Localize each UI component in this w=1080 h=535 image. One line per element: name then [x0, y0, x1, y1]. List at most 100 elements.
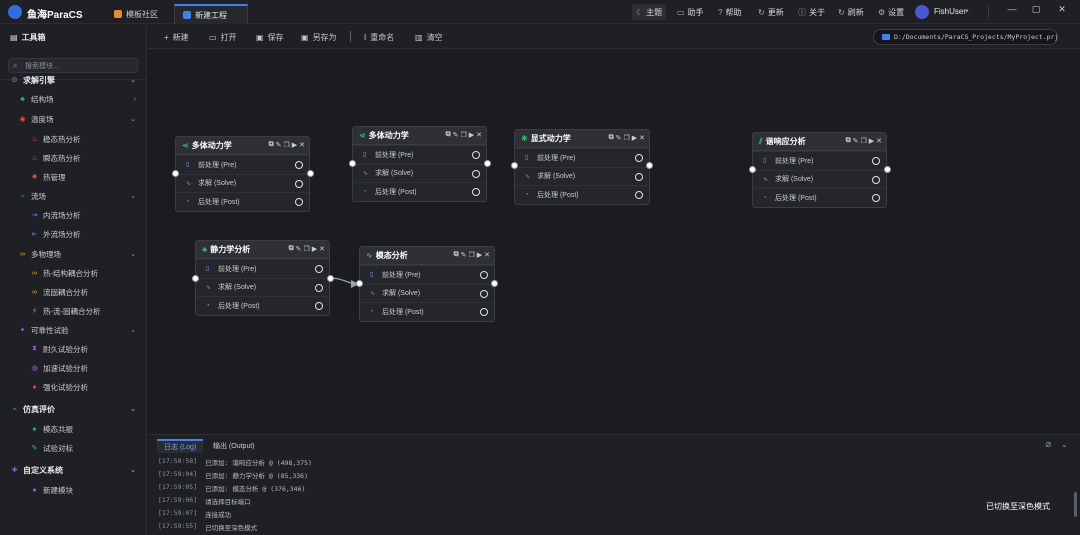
output-port[interactable] — [646, 162, 653, 169]
node-multibody-1[interactable]: ⋖ 多体动力学 ⧉ ✎ ❐ ▶ ✕ ▯ 前处理 (Pre) ∿ 求解 (Solve) ◔ 后处… — [175, 136, 310, 212]
clear-button[interactable]: ▥ 清空 — [415, 31, 443, 43]
port-circle[interactable] — [872, 157, 880, 165]
settings-button[interactable]: ⚙ 设置 — [878, 4, 904, 20]
close-icon[interactable]: ✕ — [476, 131, 482, 139]
node-header[interactable]: ⋖ 多体动力学 ⧉ ✎ ❐ ▶ ✕ — [353, 127, 486, 145]
port-circle[interactable] — [315, 283, 323, 292]
port-row[interactable]: ◔ 后处理 (Post) — [196, 296, 329, 315]
help-button[interactable]: ? 帮助 — [718, 4, 741, 20]
port-row[interactable]: ▯ 前处理 (Pre) — [196, 259, 329, 278]
minimize-icon[interactable]: — — [1003, 4, 1021, 18]
close-icon[interactable]: ✕ — [639, 134, 645, 142]
chevron-down-icon[interactable]: ⌄ — [130, 250, 136, 258]
new-button[interactable]: + 新建 — [164, 31, 189, 43]
edit-icon[interactable]: ✎ — [296, 245, 302, 253]
sidebar-item[interactable]: ⚙ 求解引擎 ⌄ — [0, 72, 146, 88]
port-circle[interactable] — [472, 188, 480, 196]
copy-icon[interactable]: ❐ — [283, 141, 289, 149]
output-port[interactable] — [307, 170, 314, 177]
close-icon[interactable]: ✕ — [299, 141, 305, 149]
input-port[interactable] — [356, 280, 363, 287]
sidebar-item[interactable]: ∞ 多物理场 ⌄ — [0, 246, 146, 262]
chevron-down-icon[interactable]: ⌄ — [1061, 440, 1068, 449]
input-port[interactable] — [349, 160, 356, 167]
sidebar-item[interactable]: ⚡ 热-流-固耦合分析 — [0, 303, 146, 319]
avatar[interactable] — [915, 5, 929, 19]
port-circle[interactable] — [295, 161, 303, 169]
output-port[interactable] — [884, 166, 891, 173]
output-port[interactable] — [327, 275, 334, 282]
sidebar-item[interactable]: ♨ 稳态热分析 — [0, 131, 146, 147]
edit-icon[interactable]: ✎ — [453, 131, 459, 139]
output-port[interactable] — [484, 160, 491, 167]
input-port[interactable] — [192, 275, 199, 282]
copy-icon[interactable]: ❐ — [303, 245, 309, 253]
node-canvas[interactable]: ⋖ 多体动力学 ⧉ ✎ ❐ ▶ ✕ ▯ 前处理 (Pre) ∿ 求解 (Solve) ◔ 后处… — [148, 50, 1080, 434]
port-row[interactable]: ▯ 前处理 (Pre) — [360, 265, 494, 284]
open-button[interactable]: ▭ 打开 — [209, 31, 237, 43]
port-row[interactable]: ◔ 后处理 (Post) — [753, 188, 886, 207]
chevron-right-icon[interactable]: › — [134, 96, 136, 103]
about-button[interactable]: ⓘ 关于 — [798, 4, 825, 20]
log-scrollbar[interactable] — [1074, 492, 1077, 517]
expand-icon[interactable]: ⧉ — [446, 131, 451, 139]
node-header[interactable]: ⋖ 多体动力学 ⧉ ✎ ❐ ▶ ✕ — [176, 137, 309, 155]
sidebar-item[interactable]: ♦ 强化试验分析 — [0, 379, 146, 395]
port-circle[interactable] — [315, 265, 323, 273]
run-icon[interactable]: ▶ — [312, 245, 317, 253]
port-row[interactable]: ◔ 后处理 (Post) — [353, 182, 486, 201]
node-header[interactable]: ⫽ 谐响应分析 ⧉ ✎ ❐ ▶ ✕ — [753, 133, 886, 151]
port-circle[interactable] — [635, 154, 643, 162]
close-icon[interactable]: ✕ — [319, 245, 325, 253]
port-row[interactable]: ▯ 前处理 (Pre) — [176, 155, 309, 174]
sidebar-item[interactable]: ♣ 结构场 › — [0, 91, 146, 107]
sidebar-item[interactable]: ⌁ 仿真评价 ⌄ — [0, 401, 146, 417]
expand-icon[interactable]: ⧉ — [289, 245, 294, 253]
sidebar-item[interactable]: ✎ 试验对标 — [0, 440, 146, 456]
chevron-down-icon[interactable]: ⌄ — [130, 192, 136, 200]
search-input[interactable]: ⌕ 搜索模块... — [8, 58, 138, 73]
port-row[interactable]: ◔ 后处理 (Post) — [515, 185, 649, 204]
run-icon[interactable]: ▶ — [869, 137, 874, 145]
node-header[interactable]: ∿ 模态分析 ⧉ ✎ ❐ ▶ ✕ — [360, 247, 494, 265]
node-header[interactable]: ♣ 静力学分析 ⧉ ✎ ❐ ▶ ✕ — [196, 241, 329, 259]
sidebar-item[interactable]: ● 新建模块 — [0, 482, 146, 498]
edit-icon[interactable]: ✎ — [616, 134, 622, 142]
node-multibody-2[interactable]: ⋖ 多体动力学 ⧉ ✎ ❐ ▶ ✕ ▯ 前处理 (Pre) ∿ 求解 (Solve) ◔ 后处… — [352, 126, 487, 202]
port-circle[interactable] — [480, 289, 488, 298]
sidebar-item[interactable]: ◍ 加速试验分析 — [0, 360, 146, 376]
expand-icon[interactable]: ⧉ — [269, 141, 274, 149]
chevron-down-icon[interactable]: ⌄ — [130, 466, 136, 474]
port-row[interactable]: ▯ 前处理 (Pre) — [753, 151, 886, 170]
input-port[interactable] — [749, 166, 756, 173]
port-row[interactable]: ∿ 求解 (Solve) — [360, 283, 494, 303]
edit-icon[interactable]: ✎ — [853, 137, 859, 145]
port-circle[interactable] — [480, 308, 488, 316]
edit-icon[interactable]: ✎ — [276, 141, 282, 149]
edit-icon[interactable]: ✎ — [461, 251, 467, 259]
port-circle[interactable] — [295, 198, 303, 206]
chevron-down-icon[interactable]: ⌄ — [130, 115, 136, 123]
sidebar-item[interactable]: ⧗ 耐久试验分析 — [0, 341, 146, 357]
chevron-down-icon[interactable]: ⌄ — [130, 76, 136, 84]
chevron-down-icon[interactable]: ▾ — [965, 7, 969, 15]
rename-button[interactable]: Ι 重命名 — [364, 31, 394, 43]
node-explicit-dynamics[interactable]: ✱ 显式动力学 ⧉ ✎ ❐ ▶ ✕ ▯ 前处理 (Pre) ∿ 求解 (Solve) ◔ 后处… — [514, 129, 650, 205]
run-icon[interactable]: ▶ — [469, 131, 474, 139]
sidebar-item[interactable]: ∞ 热-结构耦合分析 — [0, 265, 146, 281]
tab-log[interactable]: 日志 (Log) — [157, 439, 204, 453]
save-as-button[interactable]: ▣ 另存为 — [301, 31, 337, 43]
port-circle[interactable] — [872, 175, 880, 184]
sidebar-item[interactable]: ⇤ 外流场分析 — [0, 226, 146, 242]
close-icon[interactable]: ✕ — [484, 251, 490, 259]
port-circle[interactable] — [472, 151, 480, 159]
theme-button[interactable]: ☾ 主题 — [632, 4, 667, 20]
sidebar-item[interactable]: ≈ 流场 ⌄ — [0, 188, 146, 204]
port-row[interactable]: ∿ 求解 (Solve) — [196, 277, 329, 297]
copy-icon[interactable]: ❐ — [468, 251, 474, 259]
node-harmonic-response[interactable]: ⫽ 谐响应分析 ⧉ ✎ ❐ ▶ ✕ ▯ 前处理 (Pre) ∿ 求解 (Solve) ◔ 后处… — [752, 132, 887, 208]
expand-icon[interactable]: ⧉ — [609, 134, 614, 142]
chevron-down-icon[interactable]: ⌄ — [130, 326, 136, 334]
port-circle[interactable] — [315, 302, 323, 310]
user-name[interactable]: FishUser — [934, 7, 966, 16]
